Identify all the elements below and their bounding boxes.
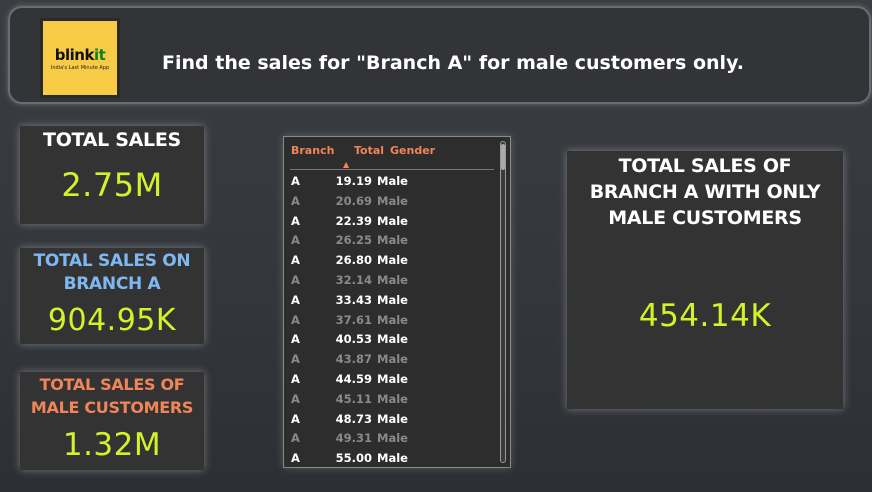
cell-branch: A: [291, 312, 300, 327]
card-title: TOTAL SALES ON BRANCH A: [20, 250, 204, 296]
total-sales-card[interactable]: TOTAL SALES 2.75M: [20, 126, 204, 224]
cell-total: 40.53: [335, 332, 372, 347]
cell-gender: Male: [377, 411, 408, 426]
blinkit-logo: blinkit India's Last Minute App: [40, 18, 120, 98]
table-row[interactable]: A 22.39 Male: [290, 213, 494, 233]
card-value: 454.14K: [638, 298, 772, 334]
cell-branch: A: [291, 411, 300, 426]
column-header-gender[interactable]: Gender: [390, 144, 435, 157]
cell-branch: A: [291, 391, 300, 406]
table-row[interactable]: A 37.61 Male: [290, 312, 494, 332]
card-title: TOTAL SALES: [43, 129, 181, 151]
cell-branch: A: [291, 332, 300, 347]
cell-total: 32.14: [335, 272, 372, 287]
cell-total: 44.59: [335, 371, 372, 386]
cell-gender: Male: [377, 292, 408, 307]
cell-gender: Male: [377, 332, 408, 347]
table-row[interactable]: A 44.59 Male: [290, 371, 494, 391]
cell-total: 37.61: [335, 312, 372, 327]
cell-gender: Male: [377, 213, 408, 228]
cell-total: 26.80: [335, 253, 372, 268]
table-row[interactable]: A 19.19 Male: [290, 173, 494, 193]
cell-gender: Male: [377, 233, 408, 248]
table-row[interactable]: A 55.00 Male: [290, 450, 494, 470]
cell-branch: A: [291, 253, 300, 268]
cell-total: 26.25: [335, 233, 372, 248]
cell-gender: Male: [377, 352, 408, 367]
table-row[interactable]: A 45.11 Male: [290, 391, 494, 411]
cell-branch: A: [291, 174, 300, 188]
header-banner: blinkit India's Last Minute App Find the…: [8, 6, 871, 104]
card-title: TOTAL SALES OF MALE CUSTOMERS: [20, 373, 204, 419]
card-title-line: TOTAL SALES OF: [618, 155, 792, 177]
table-row[interactable]: A 33.43 Male: [290, 292, 494, 312]
table-row[interactable]: A 26.25 Male: [290, 232, 494, 252]
card-value: 1.32M: [62, 427, 162, 463]
cell-total: 20.69: [335, 193, 372, 208]
cell-gender: Male: [377, 391, 408, 406]
table-row[interactable]: A 32.14 Male: [290, 272, 494, 292]
cell-branch: A: [291, 431, 300, 446]
cell-gender: Male: [377, 174, 408, 188]
card-value: 2.75M: [61, 166, 163, 204]
cell-branch: A: [291, 233, 300, 248]
branch-a-sales-card[interactable]: TOTAL SALES ON BRANCH A 904.95K: [20, 248, 204, 344]
sales-table[interactable]: Branch Total Gender ▲ A 19.19 Male A 20.69 Ma…: [283, 136, 511, 468]
table-row[interactable]: A 40.53 Male: [290, 331, 494, 351]
cell-branch: A: [291, 272, 300, 287]
cell-branch: A: [291, 371, 300, 386]
table-row[interactable]: A 20.69 Male: [290, 193, 494, 213]
cell-gender: Male: [377, 272, 408, 287]
cell-branch: A: [291, 213, 300, 228]
table-row[interactable]: A 49.31 Male: [290, 430, 494, 450]
cell-gender: Male: [377, 431, 408, 446]
cell-branch: A: [291, 292, 300, 307]
card-title-line: MALE CUSTOMERS: [30, 398, 194, 417]
cell-branch: A: [291, 352, 300, 367]
cell-branch: A: [291, 193, 300, 208]
question-title: Find the sales for "Branch A" for male c…: [162, 52, 744, 74]
card-title-line: TOTAL SALES ON: [33, 251, 191, 271]
logo-wordmark: blinkit: [54, 45, 106, 64]
cell-gender: Male: [377, 193, 408, 208]
cell-total: 49.31: [335, 431, 372, 446]
cell-gender: Male: [377, 371, 408, 386]
scrollbar-thumb[interactable]: [501, 144, 505, 170]
cell-total: 22.39: [335, 213, 372, 228]
card-title-line: BRANCH A: [63, 274, 161, 294]
male-customers-sales-card[interactable]: TOTAL SALES OF MALE CUSTOMERS 1.32M: [20, 372, 204, 470]
cell-total: 19.19: [335, 174, 372, 188]
cell-total: 48.73: [335, 411, 372, 426]
card-title: TOTAL SALES OF BRANCH A WITH ONLY MALE C…: [567, 153, 843, 231]
branch-a-male-sales-card[interactable]: TOTAL SALES OF BRANCH A WITH ONLY MALE C…: [567, 151, 843, 409]
table-row[interactable]: A 26.80 Male: [290, 252, 494, 272]
card-title-line: MALE CUSTOMERS: [608, 207, 802, 229]
table-body: A 19.19 Male A 20.69 Male A 22.39 Male A 26.25 Male…: [290, 173, 494, 470]
logo-tagline: India's Last Minute App: [50, 64, 110, 71]
card-title-line: TOTAL SALES OF: [39, 375, 185, 394]
table-row[interactable]: A 43.87 Male: [290, 351, 494, 371]
table-row[interactable]: A 48.73 Male: [290, 411, 494, 431]
cell-branch: A: [291, 451, 300, 466]
cell-total: 55.00: [335, 451, 372, 466]
card-value: 904.95K: [47, 303, 177, 338]
column-header-total[interactable]: Total: [354, 144, 384, 157]
cell-total: 33.43: [335, 292, 372, 307]
cell-gender: Male: [377, 253, 408, 268]
card-title-line: BRANCH A WITH ONLY: [589, 181, 821, 203]
cell-gender: Male: [377, 312, 408, 327]
table-scrollbar[interactable]: [500, 141, 506, 463]
table-header: Branch Total Gender ▲: [290, 144, 494, 170]
cell-total: 45.11: [335, 391, 372, 406]
cell-gender: Male: [377, 451, 408, 466]
column-header-branch[interactable]: Branch: [291, 144, 334, 157]
sort-ascending-icon[interactable]: ▲: [343, 160, 349, 169]
cell-total: 43.87: [335, 352, 372, 367]
